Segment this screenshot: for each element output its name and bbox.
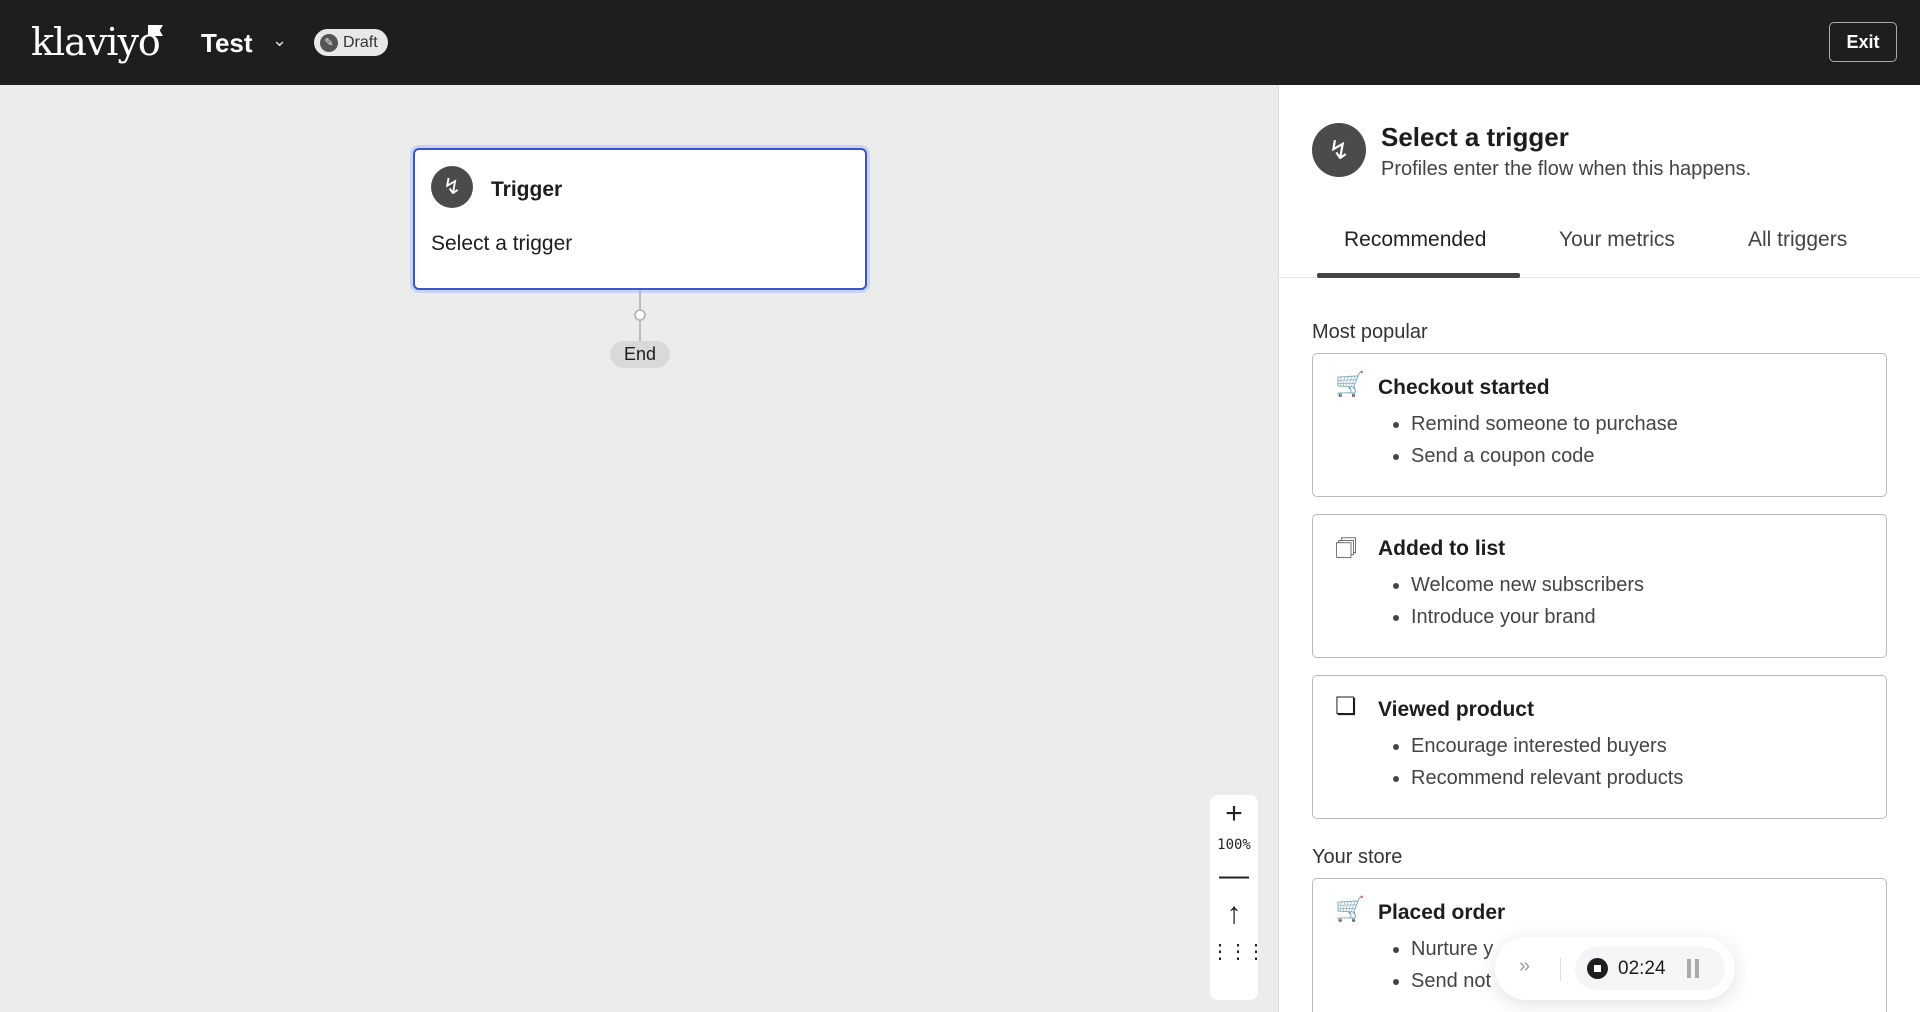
trigger-option-viewed-product[interactable]: ❏ Viewed product Encourage interested bu… — [1312, 675, 1887, 819]
trigger-option-added-to-list[interactable]: 🗇 Added to list Welcome new subscribersI… — [1312, 514, 1887, 658]
card-bullet: Welcome new subscribers — [1411, 569, 1644, 601]
collapse-icon[interactable]: » — [1519, 955, 1530, 978]
card-bullet: Send a coupon code — [1411, 440, 1678, 472]
stop-recording-icon[interactable] — [1587, 958, 1608, 979]
box-icon: ❏ — [1335, 692, 1357, 721]
card-bullet: Encourage interested buyers — [1411, 730, 1683, 762]
recording-time: 02:24 — [1618, 958, 1666, 980]
screen-recorder-widget: » 02:24 — [1495, 937, 1735, 1000]
grid-dots-icon[interactable]: ⋮⋮⋮ — [1210, 933, 1258, 971]
tab-your-metrics[interactable]: Your metrics — [1559, 228, 1675, 252]
panel-title: Select a trigger — [1381, 122, 1569, 153]
zoom-in-icon[interactable]: + — [1210, 795, 1258, 833]
card-title: Added to list — [1378, 537, 1505, 561]
flow-title[interactable]: Test — [201, 28, 253, 59]
end-node: End — [610, 341, 670, 368]
card-bullet: Recommend relevant products — [1411, 762, 1683, 794]
card-title: Checkout started — [1378, 376, 1550, 400]
card-title: Viewed product — [1378, 698, 1534, 722]
pencil-icon: ✎ — [320, 34, 338, 52]
status-badge: ✎ Draft — [314, 29, 388, 56]
panel-subtitle: Profiles enter the flow when this happen… — [1381, 158, 1751, 181]
cart-check-icon: 🛒 — [1335, 895, 1365, 924]
contact-list-icon: 🗇 — [1335, 531, 1357, 572]
tab-all-triggers[interactable]: All triggers — [1748, 228, 1847, 252]
zoom-level: 100% — [1210, 833, 1258, 857]
trigger-panel: ↯ Select a trigger Profiles enter the fl… — [1278, 85, 1920, 1012]
arrow-up-icon[interactable]: ↑ — [1210, 895, 1258, 933]
trigger-subtitle: Select a trigger — [431, 232, 572, 256]
chevron-down-icon[interactable]: ⌄ — [272, 30, 287, 51]
logo-flag-icon — [148, 25, 163, 36]
card-bullet: Nurture y — [1411, 933, 1493, 965]
card-bullet: Send not — [1411, 965, 1493, 997]
connector-dot[interactable] — [634, 309, 646, 321]
pause-icon[interactable] — [1687, 959, 1699, 978]
active-tab-indicator — [1317, 273, 1520, 278]
lightning-icon: ↯ — [1312, 123, 1366, 177]
status-label: Draft — [343, 34, 378, 52]
divider — [1560, 957, 1561, 981]
zoom-controls: + 100% — ↑ ⋮⋮⋮ — [1210, 795, 1258, 1000]
top-bar: klaviyo Test ⌄ ✎ Draft Exit — [0, 0, 1920, 85]
card-title: Placed order — [1378, 901, 1505, 925]
trigger-card[interactable]: ↯ Trigger Select a trigger — [413, 148, 867, 290]
lightning-icon: ↯ — [431, 166, 473, 208]
card-bullet: Remind someone to purchase — [1411, 408, 1678, 440]
section-your-store: Your store — [1312, 846, 1402, 869]
cart-icon: 🛒 — [1335, 370, 1365, 399]
tab-recommended[interactable]: Recommended — [1344, 228, 1486, 252]
section-most-popular: Most popular — [1312, 321, 1428, 344]
klaviyo-logo[interactable]: klaviyo — [31, 20, 160, 64]
card-bullet: Introduce your brand — [1411, 601, 1644, 633]
exit-button[interactable]: Exit — [1829, 22, 1897, 62]
zoom-out-icon[interactable]: — — [1210, 857, 1258, 895]
trigger-option-checkout-started[interactable]: 🛒 Checkout started Remind someone to pur… — [1312, 353, 1887, 497]
trigger-title: Trigger — [491, 178, 562, 202]
